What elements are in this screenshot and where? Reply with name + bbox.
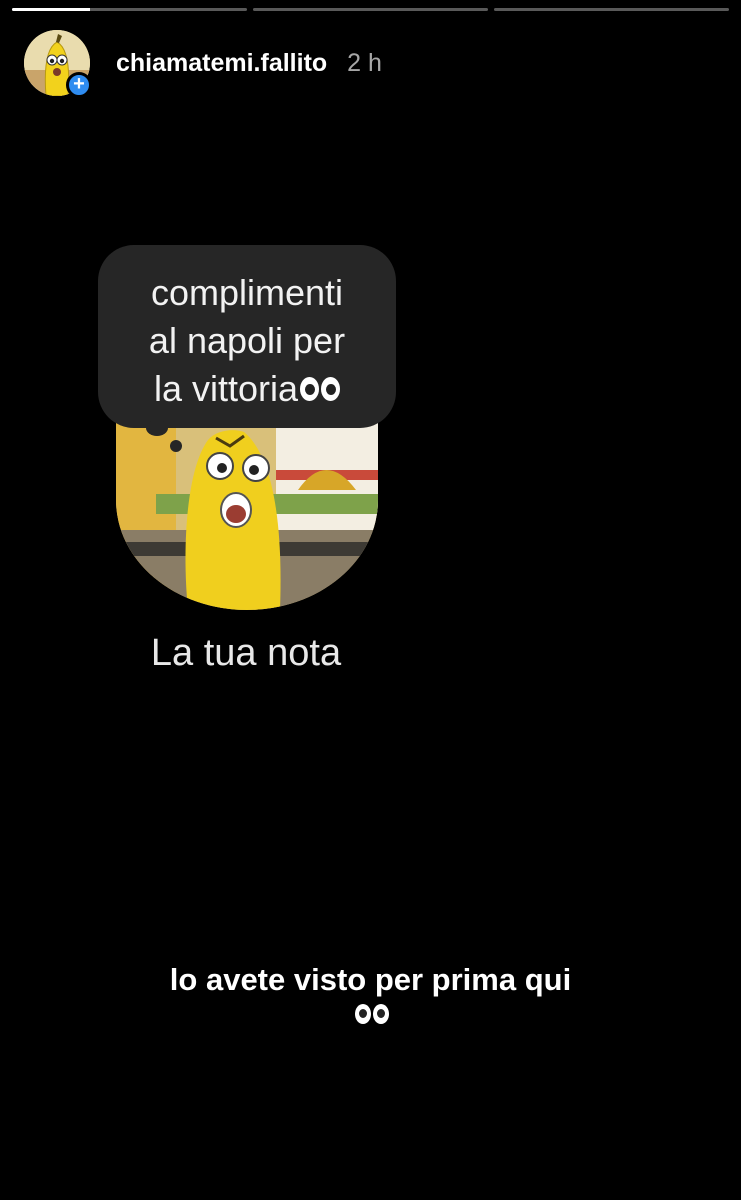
- bubble-tail-dot: [146, 420, 168, 436]
- note-label: La tua nota: [150, 632, 342, 674]
- progress-segment: [12, 8, 247, 11]
- note-text-line: complimenti: [150, 272, 344, 313]
- progress-segment: [494, 8, 729, 11]
- username[interactable]: chiamatemi.fallito: [116, 49, 327, 78]
- plus-icon[interactable]: +: [66, 72, 92, 98]
- note-text-line: la vittoria: [98, 365, 396, 413]
- progress-segment: [253, 8, 488, 11]
- note-text-segment: la vittoria: [153, 368, 299, 409]
- avatar[interactable]: +: [24, 30, 92, 98]
- bubble-tail-dot: [170, 440, 182, 452]
- progress-fill: [12, 8, 90, 11]
- eyes-emoji-icon: [300, 377, 341, 402]
- story-progress: [12, 8, 729, 11]
- eyes-emoji-icon: [354, 1004, 389, 1024]
- note-text-line: al napoli per: [148, 320, 346, 361]
- caption-emoji: [0, 1004, 741, 1026]
- story-caption: lo avete visto per prima qui: [169, 962, 572, 997]
- post-time: 2 h: [347, 48, 382, 77]
- note-image: [116, 410, 378, 610]
- note-bubble[interactable]: complimenti al napoli per la vittoria: [98, 245, 396, 428]
- story-header: + chiamatemi.fallito 2 h: [24, 30, 382, 98]
